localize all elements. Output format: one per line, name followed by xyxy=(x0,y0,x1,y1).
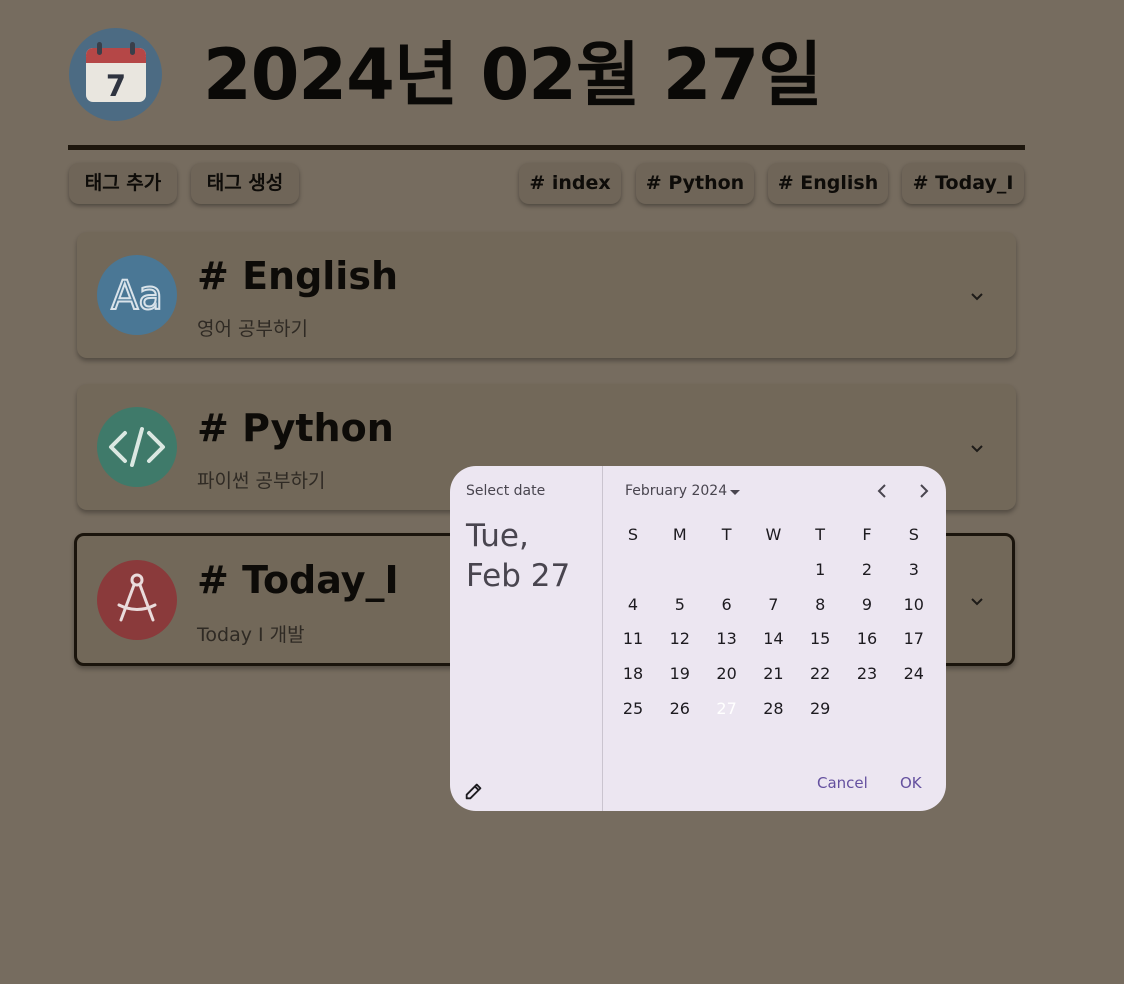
weekday-header: T xyxy=(815,525,826,544)
calendar-day[interactable]: 28 xyxy=(750,692,796,726)
svg-text:Aa: Aa xyxy=(111,273,163,319)
weekday-header: F xyxy=(862,525,872,544)
date-picker-dialog: Select date Tue, Feb 27 February 2024 S M… xyxy=(450,466,946,811)
weekday-header: S xyxy=(627,525,639,544)
add-tag-button[interactable]: 태그 추가 xyxy=(69,163,177,204)
calendar-day[interactable]: 15 xyxy=(797,622,843,656)
calendar-grid: S M T W T F S 1 2 3 4 5 6 7 8 9 10 11 12 13 14 15 16 17 18 19 20 21… xyxy=(610,518,938,778)
calendar-day[interactable]: 24 xyxy=(891,657,937,691)
weekday-header: M xyxy=(672,525,687,544)
date-picker-header: Select date Tue, Feb 27 xyxy=(450,466,603,811)
card-title: # Today_I xyxy=(197,558,399,602)
calendar-day[interactable]: 11 xyxy=(610,622,656,656)
date-picker-headline: Tue, Feb 27 xyxy=(466,516,570,596)
weekday-header: T xyxy=(721,525,732,544)
compass-drafting-icon xyxy=(97,560,177,640)
code-brackets-icon xyxy=(97,407,177,487)
headline-date: Feb 27 xyxy=(466,558,571,594)
edit-pencil-icon[interactable] xyxy=(463,780,485,802)
card-title: # Python xyxy=(197,406,394,450)
chevron-right-icon[interactable] xyxy=(914,482,932,500)
calendar-day[interactable]: 29 xyxy=(797,692,843,726)
alphabet-aa-icon: Aa xyxy=(97,255,177,335)
tag-chip-today-i[interactable]: # Today_I xyxy=(902,163,1024,204)
calendar-day[interactable]: 1 xyxy=(797,553,843,587)
card-subtitle: 파이썬 공부하기 xyxy=(197,470,326,492)
calendar-day[interactable]: 4 xyxy=(610,588,656,622)
calendar-day[interactable]: 23 xyxy=(844,657,890,691)
chevron-left-icon[interactable] xyxy=(874,482,892,500)
calendar-day[interactable]: 17 xyxy=(891,622,937,656)
calendar-day[interactable]: 16 xyxy=(844,622,890,656)
header-divider xyxy=(68,145,1025,150)
calendar-day[interactable]: 22 xyxy=(797,657,843,691)
calendar-day[interactable]: 5 xyxy=(657,588,703,622)
chevron-down-icon[interactable] xyxy=(967,591,987,611)
date-picker-help-text: Select date xyxy=(466,483,546,499)
weekday-header: S xyxy=(908,525,919,544)
calendar-day[interactable]: 12 xyxy=(657,622,703,656)
tag-chip-english[interactable]: # English xyxy=(768,163,888,204)
tag-chip-index[interactable]: # index xyxy=(519,163,621,204)
cancel-button[interactable]: Cancel xyxy=(817,774,868,792)
calendar-day[interactable]: 3 xyxy=(891,553,937,587)
tag-chip-python[interactable]: # Python xyxy=(636,163,754,204)
calendar-day[interactable]: 14 xyxy=(750,622,796,656)
calendar-day[interactable]: 26 xyxy=(657,692,703,726)
calendar-day[interactable]: 8 xyxy=(797,588,843,622)
calendar-day[interactable]: 18 xyxy=(610,657,656,691)
calendar-day[interactable]: 6 xyxy=(704,588,750,622)
card-subtitle: 영어 공부하기 xyxy=(197,318,308,340)
calendar-day[interactable]: 2 xyxy=(844,553,890,587)
calendar-day[interactable]: 10 xyxy=(891,588,937,622)
calendar-icon: 7 xyxy=(69,28,162,121)
ok-button[interactable]: OK xyxy=(900,774,922,792)
calendar-day-selected[interactable]: 27 xyxy=(704,692,750,726)
calendar-day[interactable]: 25 xyxy=(610,692,656,726)
tag-card-english[interactable]: Aa # English 영어 공부하기 xyxy=(77,232,1016,358)
calendar-icon-day: 7 xyxy=(106,69,126,103)
card-subtitle: Today I 개발 xyxy=(197,624,305,646)
calendar-day[interactable]: 20 xyxy=(704,657,750,691)
calendar-day[interactable]: 9 xyxy=(844,588,890,622)
calendar-day[interactable]: 19 xyxy=(657,657,703,691)
chevron-down-icon[interactable] xyxy=(967,286,987,306)
page-title: 2024년 02월 27일 xyxy=(203,34,823,116)
calendar-day[interactable]: 21 xyxy=(750,657,796,691)
month-year-selector[interactable]: February 2024 xyxy=(625,483,727,499)
dropdown-caret-icon[interactable] xyxy=(730,490,740,495)
create-tag-button[interactable]: 태그 생성 xyxy=(191,163,299,204)
chevron-down-icon[interactable] xyxy=(967,438,987,458)
calendar-day[interactable]: 13 xyxy=(704,622,750,656)
calendar-day[interactable]: 7 xyxy=(750,588,796,622)
weekday-header: W xyxy=(765,525,782,544)
headline-weekday: Tue, xyxy=(466,518,529,554)
card-title: # English xyxy=(197,254,399,298)
